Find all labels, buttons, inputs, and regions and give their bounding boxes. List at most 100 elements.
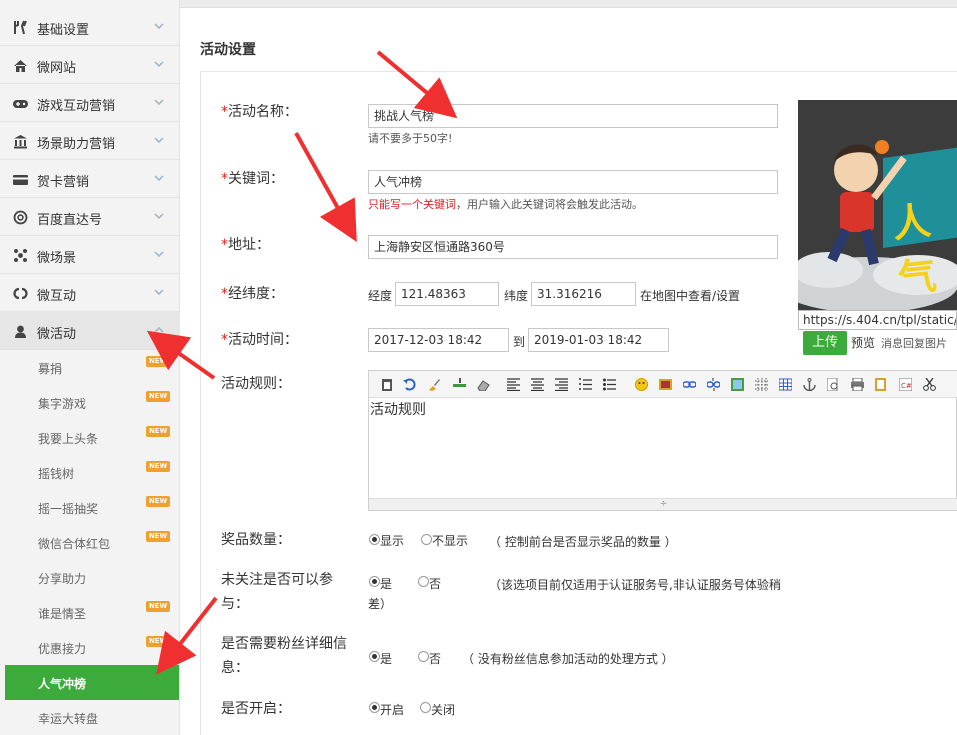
reply-image-label: 消息回复图片: [881, 337, 947, 350]
keyword-input[interactable]: 人气冲榜: [368, 170, 778, 194]
upload-button[interactable]: 上传: [803, 331, 847, 355]
submenu-label: 我要上头条: [38, 432, 99, 446]
chevron-down-icon: [152, 285, 166, 299]
submenu-item-money-tree[interactable]: 摇钱树 NEW: [0, 455, 180, 490]
eraser-icon[interactable]: [477, 378, 490, 391]
menu-label: 微活动: [37, 327, 77, 342]
menu-item-micro-scene[interactable]: 微场景: [0, 236, 180, 274]
insert-row-icon[interactable]: [453, 378, 466, 391]
fans-yes-radio[interactable]: [369, 651, 380, 662]
scene-icon: [13, 248, 28, 263]
longitude-input[interactable]: 121.48363: [395, 282, 499, 306]
activity-name-hint: 请不要多于50字!: [368, 132, 453, 145]
submenu-item-headline[interactable]: 我要上头条 NEW: [0, 420, 180, 455]
menu-item-game-marketing[interactable]: 游戏互动营销: [0, 84, 180, 122]
menu-item-card-marketing[interactable]: 贺卡营销: [0, 160, 180, 198]
submenu-item-popularity-rank[interactable]: 人气冲榜: [5, 665, 179, 700]
menu-item-micro-site[interactable]: 微网站: [0, 46, 180, 84]
menu-item-micro-activity[interactable]: 微活动: [0, 312, 180, 350]
submenu-item-donation[interactable]: 募捐 NEW: [0, 350, 180, 385]
new-badge: NEW: [146, 496, 170, 507]
longitude-label: 经度: [368, 289, 393, 303]
emoji-icon[interactable]: [635, 378, 648, 391]
enable-off-radio[interactable]: [420, 702, 431, 713]
ordered-list-icon[interactable]: [579, 378, 592, 391]
latitude-input[interactable]: 31.316216: [531, 282, 636, 306]
enable-on-label: 开启: [380, 703, 405, 717]
link-icon[interactable]: [683, 378, 696, 391]
anchor-icon[interactable]: [803, 378, 816, 391]
new-badge: NEW: [146, 636, 170, 647]
menu-label: 游戏互动营销: [37, 99, 116, 114]
submenu-item-lucky-wheel[interactable]: 幸运大转盘: [0, 700, 180, 735]
print-icon[interactable]: [851, 378, 864, 391]
submenu-item-love-saint[interactable]: 谁是情圣 NEW: [0, 595, 180, 630]
prize-show-radio[interactable]: [369, 534, 380, 545]
new-badge: NEW: [146, 391, 170, 402]
submenu-item-word-game[interactable]: 集字游戏 NEW: [0, 385, 180, 420]
paste-icon[interactable]: [381, 378, 394, 391]
menu-item-scene-marketing[interactable]: 场景助力营销: [0, 122, 180, 160]
rules-editor[interactable]: C# 活动规则 ÷: [368, 370, 957, 511]
editor-resize-handle[interactable]: ÷: [369, 498, 957, 510]
gamepad-icon: [13, 96, 28, 111]
svg-text:C#: C#: [901, 382, 912, 390]
fans-no-radio[interactable]: [418, 651, 429, 662]
bullet-list-icon[interactable]: [603, 378, 616, 391]
chevron-down-icon: [152, 171, 166, 185]
insert-image-icon[interactable]: [659, 378, 672, 391]
end-time-input[interactable]: 2019-01-03 18:42: [528, 328, 669, 352]
submenu-label: 谁是情圣: [38, 607, 87, 621]
follow-no-radio[interactable]: [418, 576, 429, 587]
chevron-up-icon: [152, 323, 166, 337]
address-input[interactable]: 上海静安区恒通路360号: [368, 235, 778, 259]
menu-item-basic-settings[interactable]: 基础设置: [0, 8, 180, 46]
menu-item-micro-interaction[interactable]: 微互动: [0, 274, 180, 312]
submenu-label: 幸运大转盘: [38, 712, 99, 726]
card-icon: [13, 172, 28, 187]
submenu-label: 微信合体红包: [38, 537, 111, 551]
menu-label: 百度直达号: [37, 213, 103, 228]
activity-name-label: *活动名称：: [221, 104, 298, 120]
preview-icon[interactable]: [827, 378, 840, 391]
enable-on-radio[interactable]: [369, 702, 380, 713]
undo-icon[interactable]: [403, 378, 416, 391]
required-mark: *: [221, 237, 228, 253]
menu-label: 基础设置: [37, 23, 90, 38]
chevron-down-icon: [152, 19, 166, 33]
image-url-input[interactable]: https://s.404.cn/tpl/static/P: [798, 310, 957, 330]
code-icon[interactable]: C#: [899, 378, 912, 391]
align-center-icon[interactable]: [531, 378, 544, 391]
start-time-input[interactable]: 2017-12-03 18:42: [368, 328, 509, 352]
top-bar: [180, 0, 957, 8]
submenu-item-coupon-relay[interactable]: 优惠接力 NEW: [0, 630, 180, 665]
submenu-label: 募捐: [38, 362, 63, 376]
preview-link[interactable]: 预览: [851, 334, 875, 351]
table-icon[interactable]: [779, 378, 792, 391]
required-mark: *: [221, 171, 228, 187]
unlink-icon[interactable]: [707, 378, 720, 391]
submenu-item-shake-lottery[interactable]: 摇一摇抽奖 NEW: [0, 490, 180, 525]
fans-yes-label: 是: [380, 652, 393, 666]
submenu-label: 人气冲榜: [38, 677, 87, 691]
follow-yes-radio[interactable]: [369, 576, 380, 587]
template-icon[interactable]: [875, 378, 888, 391]
bank-icon: [13, 134, 28, 149]
cut-icon[interactable]: [923, 378, 936, 391]
menu-item-baidu-direct[interactable]: 百度直达号: [0, 198, 180, 236]
new-badge: NEW: [146, 356, 170, 367]
editor-content[interactable]: 活动规则: [369, 399, 426, 419]
person-icon: [13, 324, 28, 339]
table-dots-icon[interactable]: [755, 378, 768, 391]
brush-icon[interactable]: [427, 378, 440, 391]
map-link[interactable]: 在地图中查看/设置: [640, 287, 740, 304]
align-left-icon[interactable]: [507, 378, 520, 391]
prize-hide-radio[interactable]: [421, 534, 432, 545]
follow-note-line1: （该选项目前仅适用于认证服务号,非认证服务号体验稍: [489, 578, 781, 592]
align-right-icon[interactable]: [555, 378, 568, 391]
coords-label: *经纬度：: [221, 286, 284, 302]
submenu-item-share-boost[interactable]: 分享助力: [0, 560, 180, 595]
activity-name-input[interactable]: 挑战人气榜: [368, 104, 778, 128]
submenu-item-red-packet[interactable]: 微信合体红包 NEW: [0, 525, 180, 560]
picture-icon[interactable]: [731, 378, 744, 391]
